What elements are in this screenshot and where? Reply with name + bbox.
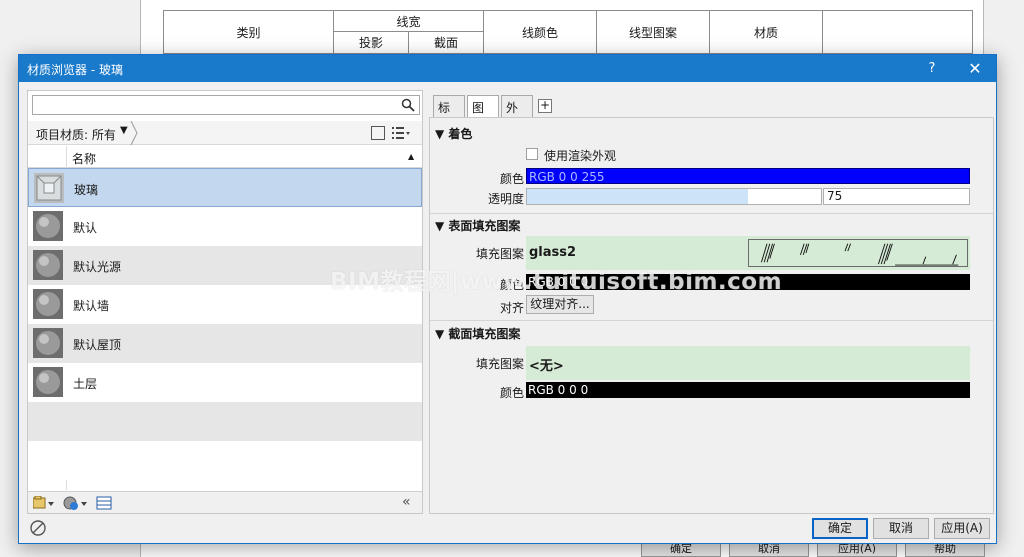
col-category-header: 类别 [164, 11, 334, 53]
help-button[interactable]: ? [914, 55, 950, 82]
material-list-panel: 项目材质: 所有 ▼ 名称 ▲ 玻璃 默认 默认光源 默认墙 默认屋顶 土层 « [27, 90, 423, 514]
asset-browser-icon[interactable] [96, 496, 112, 510]
ok-button[interactable]: 确定 [812, 518, 868, 539]
search-icon[interactable] [401, 98, 415, 112]
close-button[interactable]: ✕ [954, 55, 996, 82]
tab-graphics[interactable]: 图形 [467, 95, 499, 132]
list-header[interactable]: 名称 ▲ [28, 146, 422, 168]
material-name: 土层 [73, 377, 98, 391]
surface-pattern-section-title[interactable]: ▼ 表面填充图案 [435, 217, 520, 234]
col-cut-header: 截面 [409, 32, 484, 53]
view-toggle-icon[interactable] [371, 126, 385, 140]
texture-align-button[interactable]: 纹理对齐... [526, 295, 594, 314]
collapse-panel-icon[interactable]: « [402, 494, 411, 510]
sphere-thumbnail-icon [33, 289, 63, 319]
shading-color-label: 颜色 [499, 172, 524, 186]
surface-pattern-label: 填充图案 [475, 247, 524, 261]
material-row[interactable]: 默认 [28, 207, 422, 246]
material-name: 玻璃 [74, 183, 99, 197]
empty-row [28, 441, 422, 480]
material-row[interactable]: 玻璃 [28, 168, 422, 207]
tab-identity[interactable]: 标识 [433, 95, 465, 132]
library-toolbar: « [28, 491, 422, 513]
title-bar[interactable]: 材质浏览器 - 玻璃 ? ✕ [19, 55, 996, 82]
name-column-header[interactable]: 名称 [72, 150, 96, 167]
chevron-down-icon[interactable]: ▼ [120, 125, 128, 136]
use-render-appearance-label: 使用渲染外观 [544, 149, 617, 163]
material-name: 默认光源 [73, 260, 122, 274]
transparency-input[interactable]: 75 [823, 188, 970, 205]
col-projection-header: 投影 [334, 32, 409, 53]
material-name: 默认屋顶 [73, 338, 122, 352]
apply-button[interactable]: 应用(A) [934, 518, 990, 539]
watermark-text: BIM教程网|www.tuituisoft.bim.com [330, 269, 783, 295]
material-row[interactable]: 土层 [28, 363, 422, 402]
empty-row [28, 402, 422, 441]
col-lineweight-header: 线宽 [334, 11, 484, 31]
use-render-appearance-checkbox[interactable] [526, 148, 538, 160]
open-library-icon[interactable] [33, 496, 55, 510]
cut-color-label: 颜色 [499, 386, 524, 400]
col-material-header: 材质 [710, 11, 823, 53]
object-styles-table: 类别 线宽 投影 截面 线颜色 线型图案 材质 [163, 10, 973, 54]
col-line-pattern-header: 线型图案 [597, 11, 710, 53]
transparency-label: 透明度 [487, 192, 524, 206]
shading-section-title[interactable]: ▼ 着色 [435, 125, 472, 142]
sphere-thumbnail-icon [33, 328, 63, 358]
material-browser-dialog: 材质浏览器 - 玻璃 ? ✕ 项目材质: 所有 ▼ 名称 ▲ 玻璃 默认 默认光… [18, 54, 997, 544]
sphere-thumbnail-icon [33, 250, 63, 280]
align-label: 对齐 [499, 301, 524, 315]
cut-color-swatch[interactable]: RGB 0 0 0 [526, 382, 970, 398]
surface-pattern-value: glass2 [529, 245, 577, 260]
no-symbol-icon[interactable] [29, 519, 47, 537]
sphere-thumbnail-icon [33, 211, 63, 241]
search-input[interactable] [32, 95, 420, 115]
material-name: 默认墙 [73, 299, 110, 313]
add-tab-button[interactable]: + [538, 99, 552, 113]
transparency-slider-fill [527, 189, 748, 204]
cut-pattern-label: 填充图案 [475, 357, 524, 371]
material-row[interactable]: 默认屋顶 [28, 324, 422, 363]
transparency-slider[interactable] [526, 188, 822, 205]
filter-bar: 项目材质: 所有 ▼ [28, 121, 422, 145]
create-material-icon[interactable] [63, 496, 89, 510]
material-name: 默认 [73, 221, 98, 235]
graphics-properties-panel: ▼ 着色 使用渲染外观 颜色 RGB 0 0 255 透明度 75 ▼ 表面填充… [429, 117, 994, 514]
sort-ascending-icon: ▲ [408, 152, 415, 161]
cancel-button[interactable]: 取消 [873, 518, 929, 539]
dialog-title: 材质浏览器 - 玻璃 [27, 63, 123, 77]
glass-thumbnail-icon [34, 173, 64, 203]
sphere-thumbnail-icon [33, 367, 63, 397]
cut-pattern-section-title[interactable]: ▼ 截面填充图案 [435, 325, 520, 342]
shading-color-swatch[interactable]: RGB 0 0 255 [526, 168, 970, 184]
cut-pattern-value: <无> [529, 359, 564, 374]
tab-appearance[interactable]: 外观 [501, 95, 533, 132]
list-view-icon[interactable] [392, 126, 410, 140]
breadcrumb-chevron-icon [130, 121, 138, 145]
filter-dropdown[interactable]: 项目材质: 所有 [36, 126, 116, 143]
cut-pattern-row[interactable]: <无> [526, 346, 970, 380]
col-line-color-header: 线颜色 [484, 11, 597, 53]
